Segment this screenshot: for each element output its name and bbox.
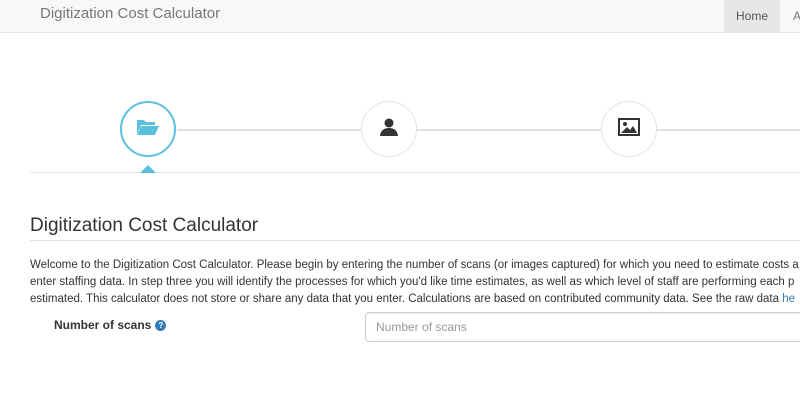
wizard-step-1[interactable] [120,101,176,157]
step-connector [657,129,800,131]
intro-text: Welcome to the Digitization Cost Calcula… [30,257,800,308]
intro-line: enter staffing data. In step three you w… [30,276,795,288]
nav-item-home[interactable]: Home [724,0,780,32]
intro-line: estimated. This calculator does not stor… [30,291,800,308]
step-connector [177,129,361,131]
number-of-scans-input[interactable] [365,312,800,342]
navbar: Digitization Cost Calculator Home A [0,0,800,33]
scans-label-text: Number of scans [54,318,152,332]
wizard-step-3[interactable] [601,101,657,157]
step-connector [417,129,601,131]
user-icon [379,117,399,142]
question-circle-icon[interactable]: ? [155,319,167,331]
page-title: Digitization Cost Calculator [30,215,259,236]
raw-data-link[interactable]: he [782,293,795,305]
intro-line: Welcome to the Digitization Cost Calcula… [30,259,799,271]
nav-item-a[interactable]: A [780,0,800,32]
active-step-pointer [140,165,156,173]
navbar-brand[interactable]: Digitization Cost Calculator [40,5,220,22]
picture-icon [618,117,640,141]
folder-open-icon [136,117,160,142]
title-divider [30,240,800,241]
wizard-step-2[interactable] [361,101,417,157]
scans-label: Number of scans ? [54,318,167,332]
intro-line-text: estimated. This calculator does not stor… [30,293,783,305]
